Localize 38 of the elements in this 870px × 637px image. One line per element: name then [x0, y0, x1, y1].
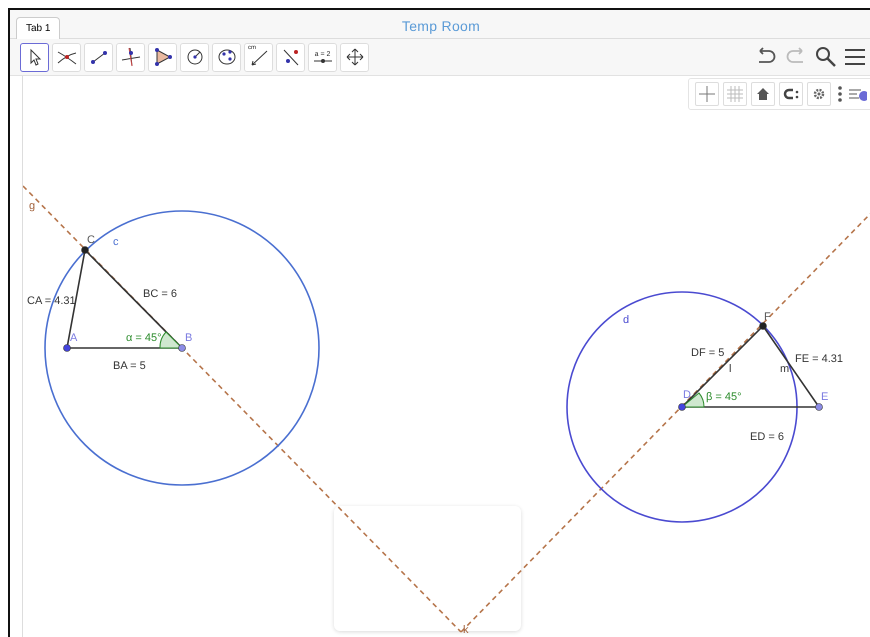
settings-icon[interactable]: [807, 82, 831, 106]
tab[interactable]: Tab 1: [16, 17, 60, 39]
segment-label: DF = 5: [691, 347, 724, 359]
slider-icon: [312, 58, 332, 64]
magnet-icon[interactable]: [779, 82, 803, 106]
perpendicular-icon: [120, 47, 140, 67]
line-label: g: [29, 200, 36, 212]
point-label: D: [683, 389, 691, 401]
move-arrows-icon: [344, 47, 364, 67]
more-icon[interactable]: [835, 84, 845, 104]
point-label: F: [764, 311, 771, 323]
segment-label: l: [729, 363, 732, 375]
ellipse-icon: [216, 47, 236, 67]
window-title: Temp Room: [402, 18, 480, 34]
angle-arc: [160, 332, 182, 348]
segment-label: FE = 4.31: [795, 353, 844, 365]
segment-label: BC = 6: [143, 288, 177, 300]
point-label: C: [87, 234, 95, 246]
axes-icon[interactable]: [695, 82, 719, 106]
angle-label: α = 45°: [126, 332, 162, 344]
circle-label: c: [113, 236, 118, 248]
home-icon[interactable]: [751, 82, 775, 106]
circle-icon: [184, 47, 204, 67]
point-label: A: [70, 332, 78, 344]
menu-icon[interactable]: [844, 47, 866, 67]
segment-label: BA = 5: [113, 360, 146, 372]
point-label: B: [185, 332, 192, 344]
point-label: E: [821, 391, 828, 403]
search-icon[interactable]: [814, 45, 838, 69]
circle-label: d: [623, 314, 630, 326]
triangle-icon: [152, 47, 172, 67]
segment-label: m: [780, 363, 790, 375]
segment-label: CA = 4.31: [27, 295, 76, 307]
line-point-icon: [280, 47, 300, 67]
segment-label: ED = 6: [750, 431, 784, 443]
angle-label: β = 45°: [706, 391, 742, 403]
tool-button[interactable]: [20, 42, 49, 72]
line-label: k: [463, 624, 468, 636]
